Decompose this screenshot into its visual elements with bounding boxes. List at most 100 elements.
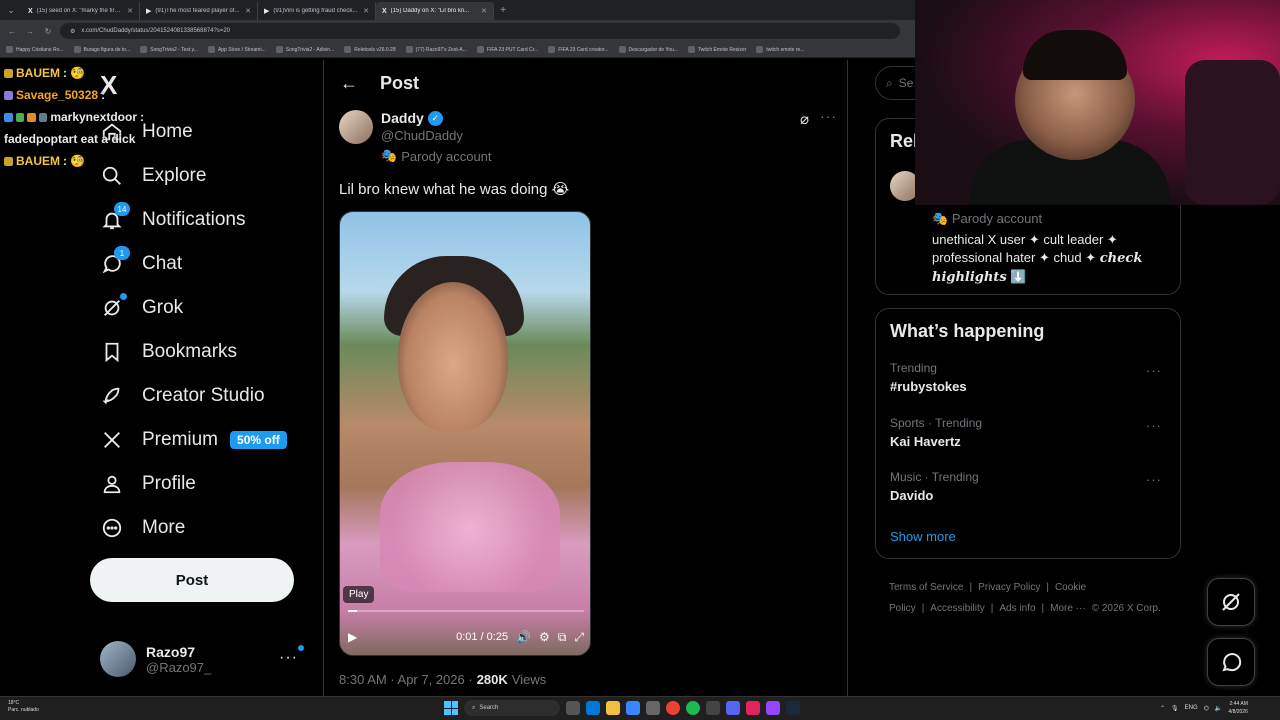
- bookmark-item[interactable]: Descargador de You...: [618, 46, 678, 53]
- parody-label: 🎭 Parody account: [381, 148, 492, 164]
- chat-user: BAUEM: [16, 66, 60, 80]
- bookmark-item[interactable]: FIFA 23 PUT Card Cr...: [476, 46, 538, 53]
- author-avatar[interactable]: [339, 110, 373, 144]
- bookmark-item[interactable]: Reletools v26.0.28: [344, 46, 396, 53]
- post-time[interactable]: 8:30 AM · Apr 7, 2026 ·: [339, 672, 473, 687]
- browser-tab[interactable]: X (15) seed on X: "marky the first... ✕: [22, 2, 140, 20]
- author-handle[interactable]: @ChudDaddy: [381, 128, 463, 143]
- app-icon[interactable]: [746, 701, 760, 715]
- bookmark-favicon-icon: [548, 46, 556, 53]
- url-text: x.com/ChudDaddy/status/20415240813385688…: [81, 28, 231, 34]
- new-tab-button[interactable]: +: [494, 5, 512, 16]
- wifi-icon[interactable]: ⌬: [1204, 705, 1209, 712]
- volume-icon[interactable]: 🔊: [516, 630, 531, 644]
- messages-floating-button[interactable]: [1207, 638, 1255, 686]
- nav-grok[interactable]: Grok: [100, 288, 183, 328]
- trend-item[interactable]: Trending #rubystokes ···: [890, 361, 1170, 401]
- windows-start-icon[interactable]: [444, 701, 458, 715]
- bookmark-favicon-icon: [405, 46, 413, 53]
- language-indicator[interactable]: ENG: [1185, 705, 1198, 711]
- mic-icon[interactable]: 🎙: [1171, 705, 1179, 712]
- chat-user: BAUEM: [16, 154, 60, 168]
- tab-search-icon[interactable]: ⌄: [0, 0, 22, 20]
- back-arrow-icon[interactable]: ←: [340, 73, 358, 94]
- footer-link[interactable]: © 2026 X Corp.: [1092, 603, 1161, 614]
- footer-link[interactable]: More ···: [1050, 603, 1086, 614]
- more-dots-icon[interactable]: ···: [820, 108, 837, 124]
- bookmark-item[interactable]: twitch emote re...: [756, 46, 804, 53]
- close-tab-icon[interactable]: ✕: [245, 7, 251, 15]
- url-bar[interactable]: ⚙ x.com/ChudDaddy/status/204152408133856…: [60, 23, 900, 39]
- bookmark-item[interactable]: Happy Cristiano Ro...: [6, 46, 64, 53]
- taskbar-search[interactable]: ⌕ Search: [464, 700, 560, 716]
- steam-icon[interactable]: [786, 701, 800, 715]
- fullscreen-icon[interactable]: ⤢: [574, 630, 584, 645]
- post-button[interactable]: Post: [90, 558, 294, 602]
- more-dots-icon[interactable]: ···: [1146, 363, 1162, 378]
- close-tab-icon[interactable]: ✕: [481, 7, 487, 15]
- app-icon[interactable]: [706, 701, 720, 715]
- app-icon[interactable]: [646, 701, 660, 715]
- browser-tab[interactable]: ▶ (91)The most feared player of... ✕: [140, 2, 258, 20]
- store-icon[interactable]: [626, 701, 640, 715]
- close-tab-icon[interactable]: ✕: [127, 7, 133, 15]
- video-time: 0:01 / 0:25: [456, 631, 509, 643]
- grok-icon[interactable]: ⌀: [800, 110, 809, 128]
- more-dots-icon[interactable]: ···: [1146, 418, 1162, 433]
- nav-more[interactable]: More: [100, 508, 185, 548]
- bookmark-item[interactable]: Twitch Emote Resizer: [688, 46, 746, 53]
- video-progress-bar[interactable]: [348, 610, 584, 612]
- chevron-up-icon[interactable]: ⌃: [1160, 705, 1165, 712]
- footer-link[interactable]: Ads info: [999, 603, 1035, 614]
- speaker-icon[interactable]: 🔈: [1215, 705, 1222, 712]
- chrome-icon[interactable]: [666, 701, 680, 715]
- edge-icon[interactable]: [586, 701, 600, 715]
- clock[interactable]: 2:44 AM 4/8/2026: [1228, 700, 1247, 716]
- pip-icon[interactable]: ⧉: [558, 630, 567, 645]
- nav-profile[interactable]: Profile: [100, 464, 196, 504]
- back-icon[interactable]: ←: [6, 27, 18, 36]
- weather-widget[interactable]: 18°C Parc. nublado: [8, 700, 39, 714]
- bookmark-item[interactable]: SongTrivia2 - Adivin...: [275, 46, 334, 53]
- bookmark-item[interactable]: FIFA 23 Card creator...: [548, 46, 609, 53]
- settings-gear-icon[interactable]: ⚙: [539, 630, 550, 644]
- system-tray: ⌃ 🎙 ENG ⌬ 🔈 2:44 AM 4/8/2026: [1160, 700, 1248, 716]
- nav-bookmarks[interactable]: Bookmarks: [100, 332, 237, 372]
- trend-item[interactable]: Sports · Trending Kai Havertz ···: [890, 416, 1170, 456]
- bookmark-item[interactable]: Burago figura de to...: [73, 46, 130, 53]
- browser-tab[interactable]: ▶ (91)Vini is getting fraud check... ✕: [258, 2, 376, 20]
- mask-icon: 🎭: [932, 211, 952, 226]
- more-dots-icon[interactable]: ···: [1146, 472, 1162, 487]
- close-tab-icon[interactable]: ✕: [363, 7, 369, 15]
- bookmark-item[interactable]: SongTrivia2 - Test y...: [140, 46, 198, 53]
- obs-icon[interactable]: [766, 701, 780, 715]
- more-dots-icon[interactable]: ···: [279, 645, 304, 667]
- browser-tab-active[interactable]: X (15) Daddy on X: "Lil bro kn... ✕: [376, 2, 494, 20]
- nav-creator-studio[interactable]: Creator Studio: [100, 376, 265, 416]
- site-info-icon[interactable]: ⚙: [70, 28, 75, 35]
- task-view-icon[interactable]: [566, 701, 580, 715]
- account-switcher[interactable]: Razo97 @Razo97_ ···: [100, 637, 310, 681]
- video-player[interactable]: Play ▶ 0:01 / 0:25 🔊 ⚙ ⧉ ⤢: [339, 211, 591, 656]
- grok-floating-button[interactable]: [1207, 578, 1255, 626]
- bookmark-item[interactable]: (77) Razo97's Zest-A...: [405, 46, 467, 53]
- footer-link[interactable]: Terms of Service: [889, 582, 963, 593]
- nav-chat[interactable]: 1 Chat: [100, 244, 182, 284]
- file-explorer-icon[interactable]: [606, 701, 620, 715]
- author-name[interactable]: Daddy ✓: [381, 110, 443, 126]
- nav-label: Premium: [142, 429, 219, 450]
- play-icon[interactable]: ▶: [348, 630, 357, 644]
- video-frame-outfit: [380, 462, 560, 592]
- nav-notifications[interactable]: 14 Notifications: [100, 200, 246, 240]
- spotify-icon[interactable]: [686, 701, 700, 715]
- show-more-link[interactable]: Show more: [890, 529, 956, 544]
- forward-icon[interactable]: →: [24, 27, 36, 36]
- bookmark-label: FIFA 23 Card creator...: [558, 46, 609, 53]
- footer-link[interactable]: Accessibility: [930, 603, 984, 614]
- discord-icon[interactable]: [726, 701, 740, 715]
- bookmark-item[interactable]: App Store / Streami...: [207, 46, 266, 53]
- trend-item[interactable]: Music · Trending Davido ···: [890, 470, 1170, 510]
- reload-icon[interactable]: ↻: [42, 27, 54, 36]
- nav-premium[interactable]: Premium 50% off: [100, 420, 287, 460]
- footer-link[interactable]: Privacy Policy: [978, 582, 1040, 593]
